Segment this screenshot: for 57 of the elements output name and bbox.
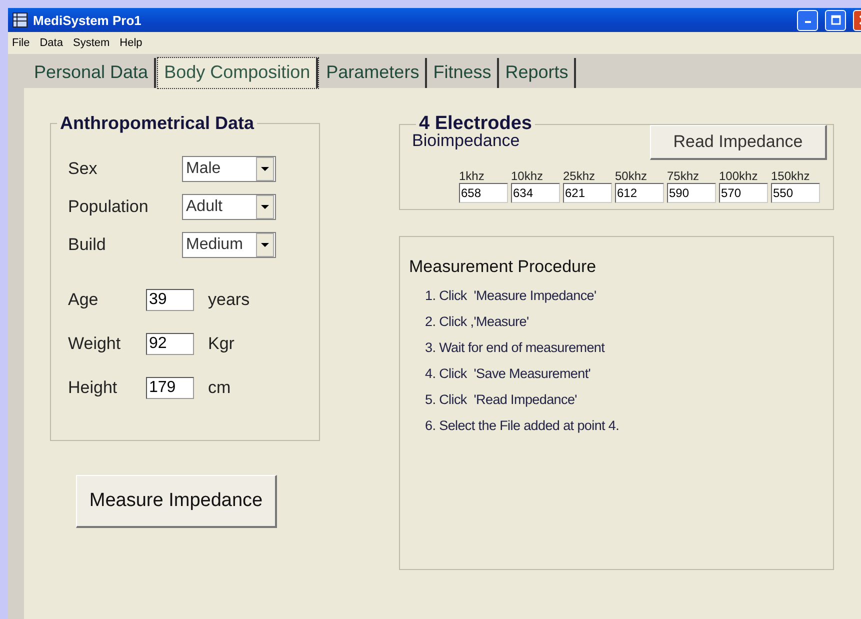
field-label: Age [68,290,100,310]
field-label: Height [68,378,118,398]
field-label: Weight [68,334,122,354]
dropdown-arrow-icon [261,205,269,209]
impedance-field[interactable]: 612 [615,183,664,203]
unit-label: years [208,290,250,310]
read-impedance-button[interactable]: Read Impedance [650,125,827,160]
procedure-step: 5. Click 'Read Impedance' [425,387,833,413]
impedance-field[interactable]: 634 [511,183,560,203]
menu-item[interactable]: File [12,37,30,49]
frequency-label: 100khz [719,169,759,183]
impedance-field[interactable]: 570 [719,183,768,203]
dropdown-arrow-icon [261,243,269,247]
frequency-label: 150khz [771,169,811,183]
minimize-button[interactable] [797,10,818,30]
frequency-label: 50khz [615,169,648,183]
frequency-label: 75khz [667,169,700,183]
dropdown-arrow-icon [261,167,269,171]
field-label: Build [68,235,107,255]
procedure-step: 2. Click ,'Measure' [425,309,833,335]
frequency-label: 25khz [563,169,596,183]
field-label: Sex [68,159,98,179]
procedure-title: Measurement Procedure [409,257,598,277]
unit-label: Kgr [208,334,234,354]
app-icon [12,12,28,28]
impedance-field[interactable]: 590 [667,183,716,203]
frequency-label: 10khz [511,169,544,183]
dropdown[interactable]: Medium [182,232,276,258]
group-title: Anthropometrical Data [59,113,256,134]
dropdown[interactable]: Adult [182,194,276,220]
input-field[interactable]: 92 [146,332,194,355]
procedure-step: 4. Click 'Save Measurement' [425,361,833,387]
unit-label: cm [208,378,231,398]
menu-item[interactable]: System [72,37,110,49]
impedance-field[interactable]: 658 [459,183,508,203]
impedance-field[interactable]: 550 [771,183,820,203]
measure-impedance-button[interactable]: Measure Impedance [76,475,277,528]
field-label: Population [68,197,150,217]
window-title: MediSystem Pro1 [33,12,142,28]
procedure-step: 3. Wait for end of measurement [425,335,833,361]
tab[interactable]: Reports [499,58,576,88]
menu-item[interactable]: Data [40,37,63,49]
input-field[interactable]: 39 [146,288,194,311]
group-subtitle: Bioimpedance [412,131,520,151]
tab[interactable]: Parameters [320,58,428,88]
procedure-step: 6. Select the File added at point 4. [425,413,833,439]
tab[interactable]: Body Composition [158,58,318,88]
impedance-field[interactable]: 621 [563,183,612,203]
frequency-label: 1khz [459,169,486,183]
menu-item[interactable]: Help [120,37,142,49]
group-title: 4 Electrodes [419,113,533,134]
maximize-button[interactable] [825,10,846,30]
procedure-step: 1. Click 'Measure Impedance' [425,283,833,309]
dropdown[interactable]: Male [182,156,276,182]
tab[interactable]: Fitness [427,58,500,88]
maximize-icon [830,15,840,25]
input-field[interactable]: 179 [146,376,194,399]
